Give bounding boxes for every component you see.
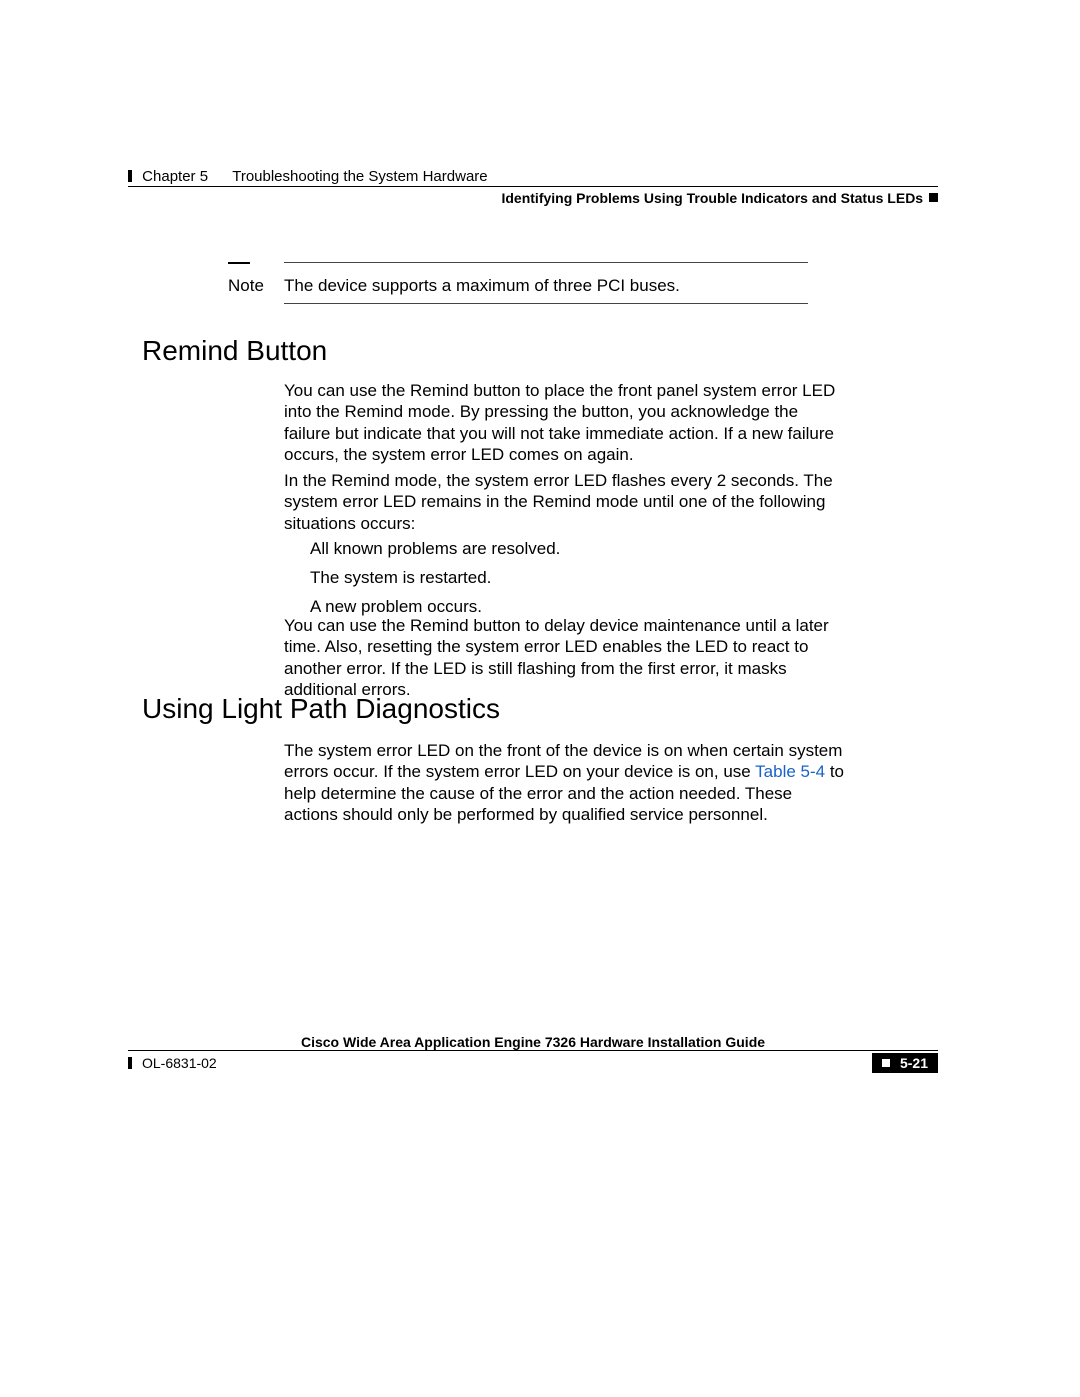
heading-light-path: Using Light Path Diagnostics [142,694,500,725]
header-top-line: Chapter 5 Troubleshooting the System Har… [128,168,938,186]
paragraph: The system error LED on the front of the… [284,740,848,825]
header-rule [128,186,938,187]
header-square-icon [929,193,938,202]
paragraph: You can use the Remind button to delay d… [284,615,848,700]
note-label: Note [228,276,284,296]
note-text: The device supports a maximum of three P… [284,276,680,296]
page-footer: Cisco Wide Area Application Engine 7326 … [128,1030,938,1075]
note-top-rule-short [228,262,250,264]
running-header: Chapter 5 Troubleshooting the System Har… [128,168,938,186]
paragraph: In the Remind mode, the system error LED… [284,470,848,534]
section-path-text: Identifying Problems Using Trouble Indic… [501,190,923,206]
list-item: All known problems are resolved. [310,535,830,562]
list-item: The system is restarted. [310,564,830,591]
footer-left-bar-icon [128,1057,132,1069]
footer-title: Cisco Wide Area Application Engine 7326 … [128,1034,938,1050]
document-page: Chapter 5 Troubleshooting the System Har… [0,0,1080,1397]
header-left-bar-icon [128,170,132,182]
page-number: 5-21 [872,1053,938,1073]
bullet-list: All known problems are resolved. The sys… [310,535,830,623]
footer-doc-id: OL-6831-02 [142,1055,217,1071]
footer-rule [128,1050,938,1051]
table-link[interactable]: Table 5-4 [755,762,825,781]
chapter-title: Troubleshooting the System Hardware [232,168,487,185]
section-path: Identifying Problems Using Trouble Indic… [501,190,938,206]
note-bottom-rule [284,303,808,304]
heading-remind-button: Remind Button [142,336,327,367]
note-block: Note The device supports a maximum of th… [228,262,808,296]
note-top-rule-long [284,262,808,263]
paragraph: You can use the Remind button to place t… [284,380,848,465]
chapter-number: Chapter 5 [142,168,208,185]
